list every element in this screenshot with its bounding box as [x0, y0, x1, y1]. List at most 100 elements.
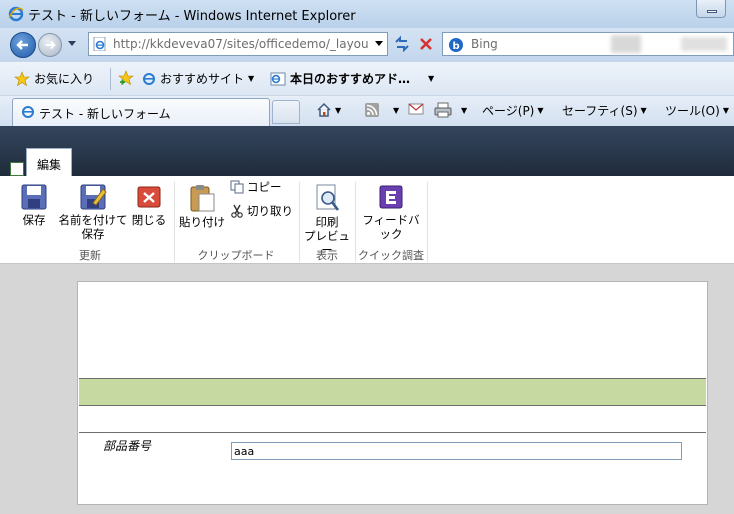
group-label-clipboard: クリップボード: [197, 249, 275, 262]
tools-menu[interactable]: ツール(O) ▼: [665, 102, 729, 119]
group-separator: [355, 182, 356, 262]
dropdown-icon: ▼: [461, 105, 468, 115]
new-tab-button[interactable]: [272, 100, 300, 124]
group-label-view: 表示: [316, 249, 338, 262]
save-as-label-line1: 名前を付けて: [58, 213, 128, 227]
bing-icon: b: [449, 38, 463, 52]
page-ie-icon: [93, 37, 106, 51]
section-divider: [79, 432, 706, 433]
dropdown-icon: ▼: [248, 74, 255, 83]
suggested-sites-link[interactable]: おすすめサイト ▼: [142, 70, 254, 87]
group-separator: [174, 182, 175, 262]
safety-menu[interactable]: セーフティ(S) ▼: [562, 102, 647, 119]
part-number-input[interactable]: [231, 442, 682, 460]
address-url[interactable]: http://kkdeveva07/sites/officedemo/_layo…: [113, 37, 371, 51]
close-icon: [137, 186, 161, 208]
feedback-icon: [379, 185, 403, 209]
save-as-button[interactable]: 名前を付けて 保存: [58, 183, 128, 241]
part-number-label: 部品番号: [103, 439, 152, 453]
tools-menu-label: ツール(O): [665, 104, 720, 118]
page-menu-label: ページ(P): [482, 104, 535, 118]
ribbon-tab-edit[interactable]: 編集: [26, 148, 72, 176]
blurred-region: [681, 37, 727, 51]
save-label: 保存: [22, 213, 46, 227]
back-arrow-icon: [16, 40, 28, 50]
blurred-region: [611, 35, 641, 53]
read-mail-button[interactable]: [408, 102, 424, 116]
minimize-button[interactable]: [696, 0, 726, 18]
copy-icon: [230, 180, 244, 194]
feedback-button[interactable]: フィードバック: [358, 183, 424, 241]
dropdown-icon: ▼: [537, 106, 544, 115]
feedback-label: フィードバック: [362, 213, 420, 241]
save-button[interactable]: 保存: [14, 183, 54, 227]
ribbon-header: [0, 126, 734, 176]
ie-page-icon: [22, 106, 34, 118]
dropdown-icon: ▼: [640, 106, 647, 115]
save-as-icon: [80, 184, 107, 210]
group-separator: [427, 182, 428, 262]
forward-button[interactable]: [38, 33, 62, 57]
window-title-bar: テスト - 新しいフォーム - Windows Internet Explore…: [0, 0, 734, 28]
group-label-update: 更新: [79, 249, 101, 262]
search-placeholder: Bing: [471, 37, 498, 51]
page-menu[interactable]: ページ(P) ▼: [482, 102, 544, 119]
scissors-icon: [231, 204, 243, 218]
daily-picks-link[interactable]: 本日のおすすめアド… ▼: [270, 70, 434, 87]
close-label: 閉じる: [131, 213, 167, 227]
back-button[interactable]: [10, 32, 36, 58]
save-as-label-line2: 保存: [81, 227, 105, 241]
daily-picks-label: 本日のおすすめアド…: [290, 72, 411, 86]
tab-bar: テスト - 新しいフォーム ▼ ▼ ▼ ページ(P) ▼ セーフティ(S) ▼ …: [0, 96, 734, 126]
address-bar[interactable]: http://kkdeveva07/sites/officedemo/_layo…: [88, 32, 388, 56]
cut-button[interactable]: 切り取り: [230, 203, 293, 219]
favorites-bar: お気に入り おすすめサイト ▼ 本日のおすすめアド… ▼: [0, 62, 734, 96]
print-preview-button[interactable]: 印刷 プレビュー: [302, 183, 352, 257]
home-button[interactable]: ▼: [316, 102, 341, 118]
dropdown-icon: ▼: [393, 105, 400, 115]
dropdown-icon: ▼: [428, 74, 435, 83]
paste-label: 貼り付け: [179, 215, 225, 229]
window-title: テスト - 新しいフォーム - Windows Internet Explore…: [28, 9, 356, 24]
add-favorite-button[interactable]: [118, 70, 134, 86]
home-icon: [317, 102, 331, 117]
internet-explorer-icon: [8, 6, 24, 22]
printer-icon: [434, 102, 452, 118]
ie-page-icon: [143, 72, 155, 85]
stop-icon[interactable]: [416, 34, 436, 54]
add-favorite-star-icon: [118, 70, 134, 86]
web-slice-icon: [270, 72, 286, 85]
print-preview-label-line1: 印刷: [315, 215, 339, 229]
paste-button[interactable]: 貼り付け: [178, 183, 226, 229]
navigation-bar: http://kkdeveva07/sites/officedemo/_layo…: [0, 28, 734, 62]
print-preview-icon: [316, 184, 340, 211]
address-dropdown-icon[interactable]: [375, 41, 383, 47]
recent-pages-dropdown-icon[interactable]: [68, 41, 76, 47]
tab-active[interactable]: テスト - 新しいフォーム: [12, 98, 270, 126]
form-icon: [10, 162, 24, 176]
copy-button[interactable]: コピー: [230, 179, 282, 195]
dropdown-icon: ▼: [722, 106, 729, 115]
separator: [110, 68, 111, 90]
group-separator: [299, 182, 300, 262]
mail-icon: [408, 103, 424, 115]
paste-clipboard-icon: [190, 185, 215, 212]
star-icon: [14, 70, 30, 86]
safety-menu-label: セーフティ(S): [562, 104, 638, 118]
save-disk-icon: [21, 184, 47, 210]
section-header-band: [79, 378, 706, 406]
copy-label: コピー: [247, 180, 282, 194]
tab-label: テスト - 新しいフォーム: [39, 107, 171, 121]
refresh-icon[interactable]: [392, 34, 412, 54]
rss-feed-icon: [365, 103, 379, 117]
close-button[interactable]: 閉じる: [130, 183, 168, 227]
favorites-label: お気に入り: [34, 72, 95, 86]
minimize-icon: [707, 10, 717, 13]
print-button[interactable]: ▼: [434, 102, 467, 118]
feeds-button[interactable]: ▼: [364, 102, 399, 118]
search-box[interactable]: b Bing: [442, 32, 734, 56]
favorites-button[interactable]: お気に入り: [14, 70, 94, 87]
suggested-sites-label: おすすめサイト: [160, 72, 245, 86]
svg-text:b: b: [453, 41, 460, 52]
forward-arrow-icon: [45, 40, 56, 50]
